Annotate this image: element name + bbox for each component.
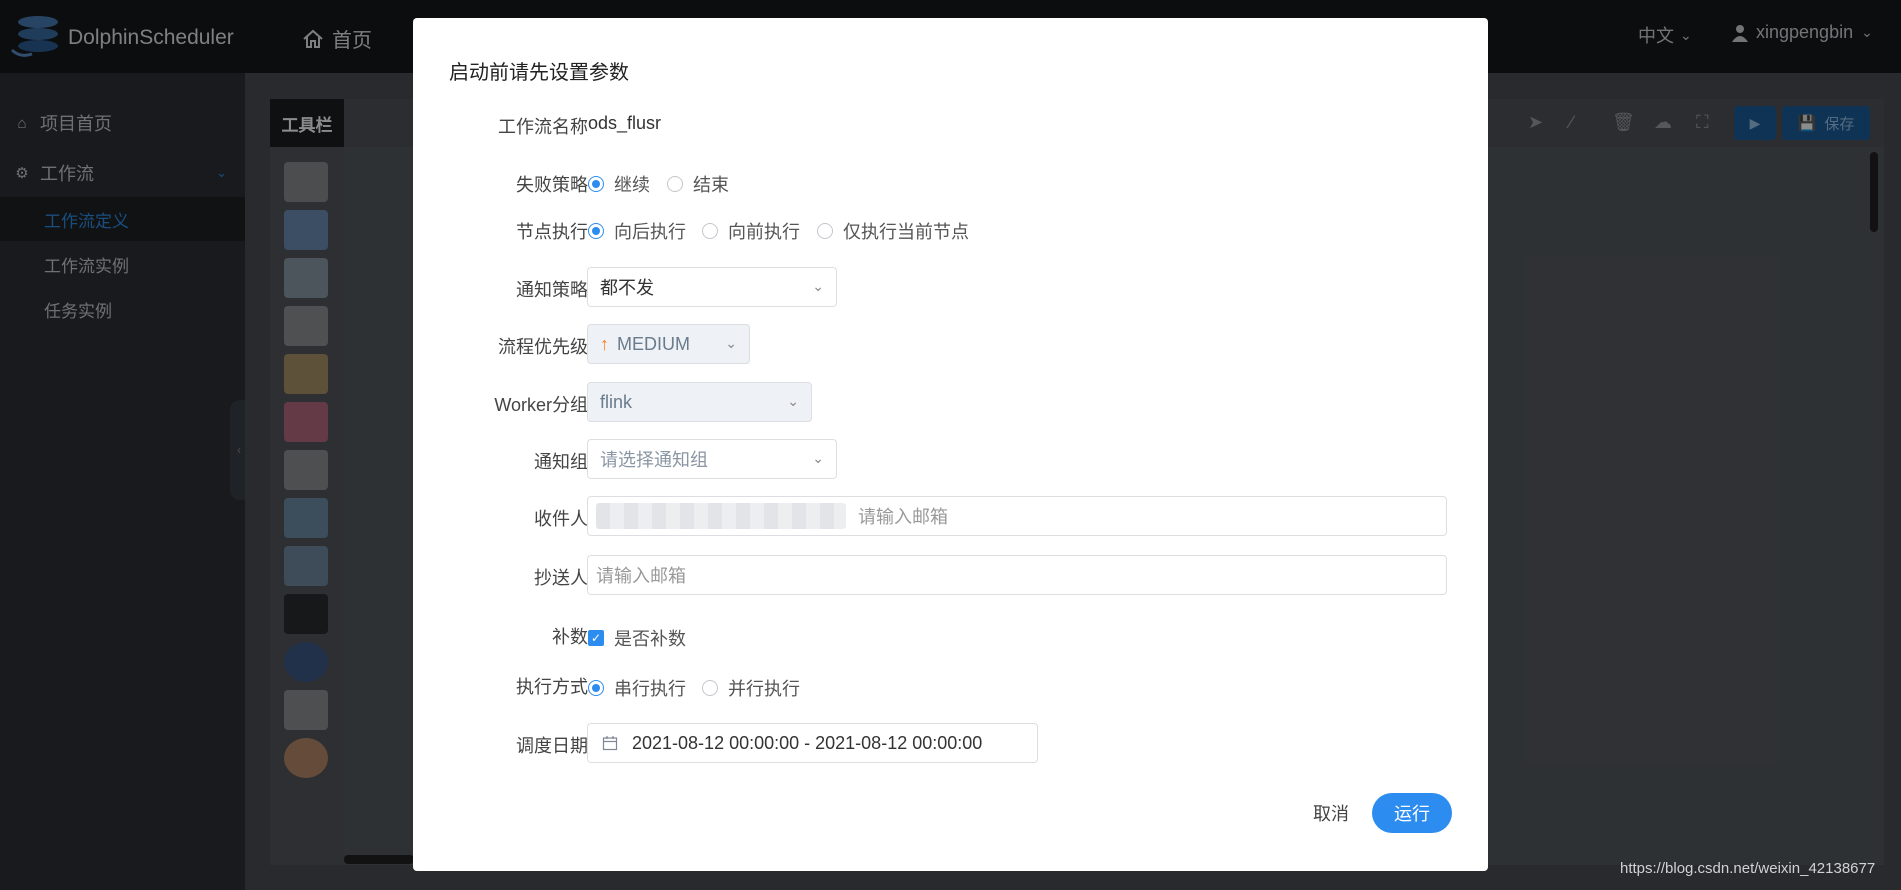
dialog-title: 启动前请先设置参数 <box>449 62 629 84</box>
exec-mode-parallel-radio[interactable]: 并行执行 <box>702 675 800 701</box>
exec-mode-serial-radio[interactable]: 串行执行 <box>588 675 686 701</box>
radio-label: 仅执行当前节点 <box>843 222 969 242</box>
chevron-down-icon: ⌄ <box>812 278 824 294</box>
radio-label: 向后执行 <box>614 222 686 242</box>
radio-selected-icon <box>588 176 604 192</box>
email-tag[interactable] <box>596 503 846 529</box>
select-placeholder: 请选择通知组 <box>600 450 708 470</box>
node-exec-forward-radio[interactable]: 向前执行 <box>702 218 800 244</box>
arrow-up-icon: ↑ <box>600 333 609 354</box>
node-exec-backward-radio[interactable]: 向后执行 <box>588 218 686 244</box>
radio-label: 串行执行 <box>614 679 686 699</box>
select-value: MEDIUM <box>617 333 690 354</box>
checkbox-label: 是否补数 <box>614 629 686 649</box>
worker-group-label: Worker分组 <box>494 395 588 415</box>
failure-strategy-continue-radio[interactable]: 继续 <box>588 171 650 197</box>
calendar-icon <box>602 736 618 751</box>
workflow-name-value: ods_flusr <box>588 113 662 133</box>
notify-strategy-select[interactable]: 都不发 ⌄ <box>587 267 837 307</box>
chevron-down-icon: ⌄ <box>725 335 737 351</box>
schedule-date-picker[interactable]: 2021-08-12 00:00:00 - 2021-08-12 00:00:0… <box>587 723 1038 763</box>
receiver-input[interactable]: 请输入邮箱 <box>587 496 1447 536</box>
radio-label: 并行执行 <box>728 679 800 699</box>
select-value: flink <box>600 391 633 412</box>
priority-select[interactable]: ↑ MEDIUM ⌄ <box>587 324 750 364</box>
radio-label: 继续 <box>614 175 650 195</box>
worker-group-select[interactable]: flink ⌄ <box>587 382 812 422</box>
notify-group-select[interactable]: 请选择通知组 ⌄ <box>587 439 837 479</box>
node-exec-current-radio[interactable]: 仅执行当前节点 <box>817 218 969 244</box>
complement-label: 补数 <box>552 627 588 647</box>
input-placeholder: 请输入邮箱 <box>596 566 686 586</box>
checkmark-icon: ✓ <box>588 630 604 646</box>
watermark-text: https://blog.csdn.net/weixin_42138677 <box>1620 860 1876 877</box>
receiver-label: 收件人 <box>534 509 588 529</box>
notify-group-label: 通知组 <box>534 452 588 472</box>
radio-label: 向前执行 <box>728 222 800 242</box>
workflow-name-label: 工作流名称 <box>498 117 588 137</box>
input-placeholder: 请输入邮箱 <box>858 507 948 527</box>
failure-strategy-label: 失败策略 <box>516 175 588 195</box>
date-range-value: 2021-08-12 00:00:00 - 2021-08-12 00:00:0… <box>632 732 983 753</box>
cc-label: 抄送人 <box>534 568 588 588</box>
notify-strategy-label: 通知策略 <box>516 280 588 300</box>
cancel-button[interactable]: 取消 <box>1301 793 1361 833</box>
radio-unselected-icon <box>667 176 683 192</box>
schedule-date-label: 调度日期 <box>516 736 588 756</box>
run-button[interactable]: 运行 <box>1372 793 1452 833</box>
chevron-down-icon: ⌄ <box>787 393 799 409</box>
priority-label: 流程优先级 <box>498 337 588 357</box>
radio-selected-icon <box>588 680 604 696</box>
radio-unselected-icon <box>817 223 833 239</box>
node-exec-label: 节点执行 <box>516 222 588 242</box>
exec-mode-label: 执行方式 <box>516 677 588 697</box>
radio-selected-icon <box>588 223 604 239</box>
failure-strategy-end-radio[interactable]: 结束 <box>667 171 729 197</box>
cc-input[interactable]: 请输入邮箱 <box>587 555 1447 595</box>
start-params-dialog: 启动前请先设置参数 工作流名称 ods_flusr 失败策略 继续 结束 节点执… <box>413 18 1488 871</box>
radio-unselected-icon <box>702 223 718 239</box>
radio-label: 结束 <box>693 175 729 195</box>
radio-unselected-icon <box>702 680 718 696</box>
complement-checkbox[interactable]: ✓ 是否补数 <box>588 625 686 651</box>
select-value: 都不发 <box>600 278 654 298</box>
chevron-down-icon: ⌄ <box>812 450 824 466</box>
